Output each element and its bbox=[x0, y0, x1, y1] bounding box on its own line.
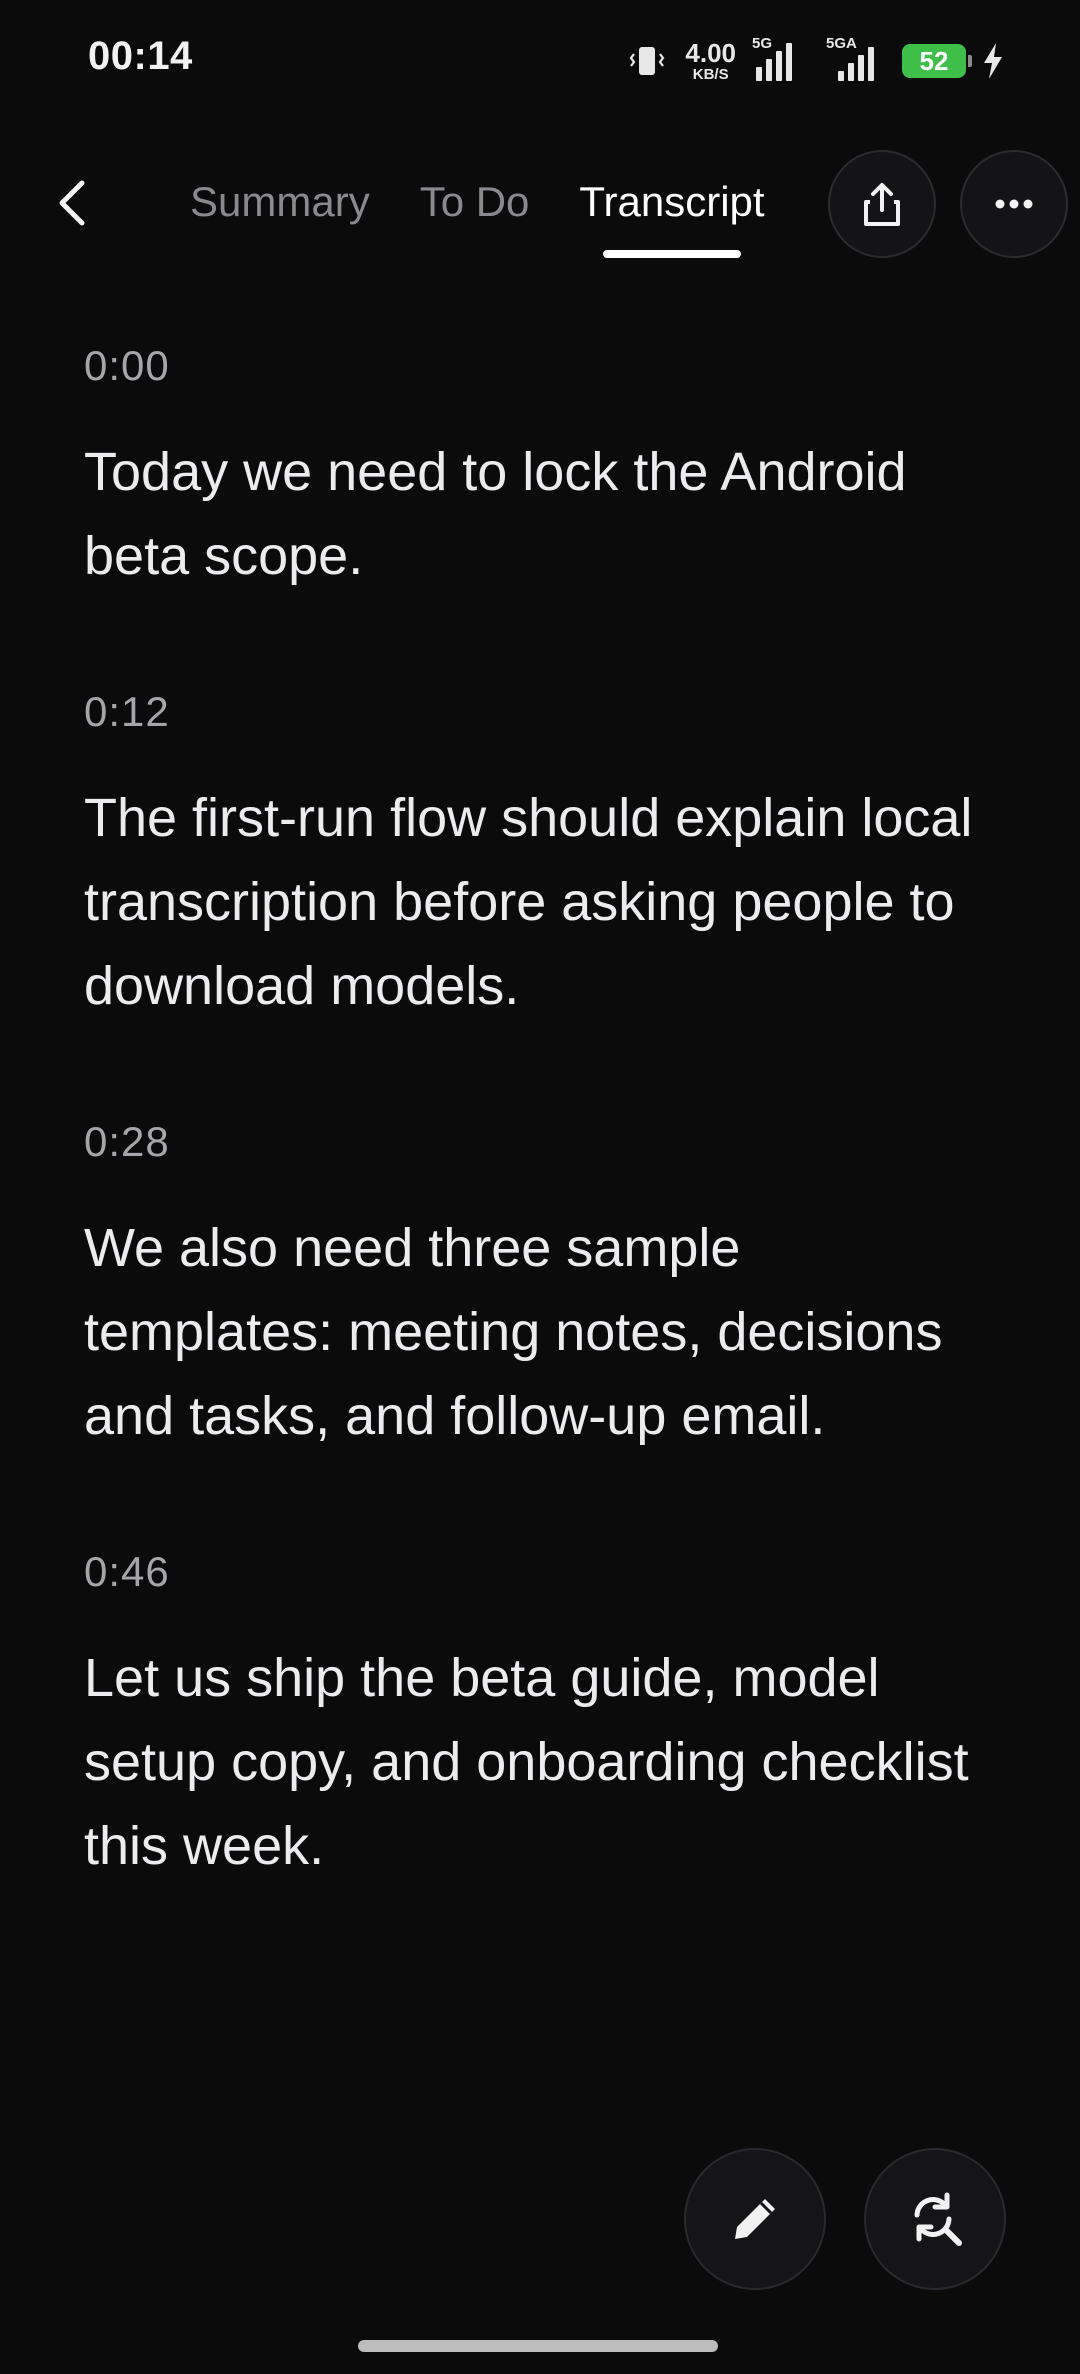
segment-text: We also need three sample templates: mee… bbox=[84, 1218, 943, 1446]
segment-timestamp[interactable]: 0:00 bbox=[84, 340, 984, 392]
tab-bar: Summary To Do Transcript bbox=[190, 168, 765, 258]
segment-text: The first-run flow should explain local … bbox=[84, 788, 973, 1016]
charging-bolt-icon bbox=[984, 43, 1002, 79]
more-options-button[interactable] bbox=[960, 150, 1068, 258]
segment-timestamp[interactable]: 0:46 bbox=[84, 1546, 984, 1598]
transcript-segment[interactable]: 0:00 Today we need to lock the Android b… bbox=[84, 340, 984, 598]
segment-timestamp[interactable]: 0:12 bbox=[84, 686, 984, 738]
share-icon bbox=[864, 183, 900, 226]
tab-summary[interactable]: Summary bbox=[190, 168, 370, 258]
share-button[interactable] bbox=[828, 150, 936, 258]
status-icons: 4.00 KB/S 5G 5GA 52 bbox=[627, 35, 1006, 86]
network-speed-value: 4.00 bbox=[685, 38, 736, 68]
battery-level: 52 bbox=[919, 45, 949, 76]
chevron-left-icon bbox=[59, 180, 85, 226]
signal-icon: 5GA bbox=[822, 35, 882, 81]
sim2-label: 5GA bbox=[826, 35, 857, 52]
tab-to-do[interactable]: To Do bbox=[420, 168, 530, 258]
edit-button[interactable] bbox=[684, 2148, 826, 2290]
transcript-segment[interactable]: 0:46 Let us ship the beta guide, model s… bbox=[84, 1546, 984, 1888]
network-speed: 4.00 KB/S bbox=[685, 40, 736, 82]
segment-text: Today we need to lock the Android beta s… bbox=[84, 442, 907, 586]
segment-text: Let us ship the beta guide, model setup … bbox=[84, 1648, 969, 1876]
more-horizontal-icon bbox=[995, 199, 1033, 209]
signal-icon: 5G bbox=[752, 35, 798, 81]
home-indicator[interactable] bbox=[358, 2340, 718, 2352]
sim1-label: 5G bbox=[752, 35, 773, 52]
status-bar: 00:14 4.00 KB/S 5G 5GA 52 bbox=[0, 0, 1080, 120]
transcript-segment[interactable]: 0:28 We also need three sample templates… bbox=[84, 1116, 984, 1458]
back-button[interactable] bbox=[40, 158, 104, 248]
transcript-list: 0:00 Today we need to lock the Android b… bbox=[84, 340, 984, 1976]
vibrate-icon bbox=[630, 47, 665, 75]
transcript-segment[interactable]: 0:12 The first-run flow should explain l… bbox=[84, 686, 984, 1028]
segment-timestamp[interactable]: 0:28 bbox=[84, 1116, 984, 1168]
tab-transcript[interactable]: Transcript bbox=[579, 168, 765, 258]
status-time: 00:14 bbox=[88, 34, 193, 78]
pencil-icon bbox=[735, 2199, 775, 2239]
network-speed-unit: KB/S bbox=[692, 66, 729, 83]
find-replace-icon bbox=[914, 2192, 962, 2246]
battery-icon: 52 bbox=[902, 44, 972, 78]
find-replace-button[interactable] bbox=[864, 2148, 1006, 2290]
